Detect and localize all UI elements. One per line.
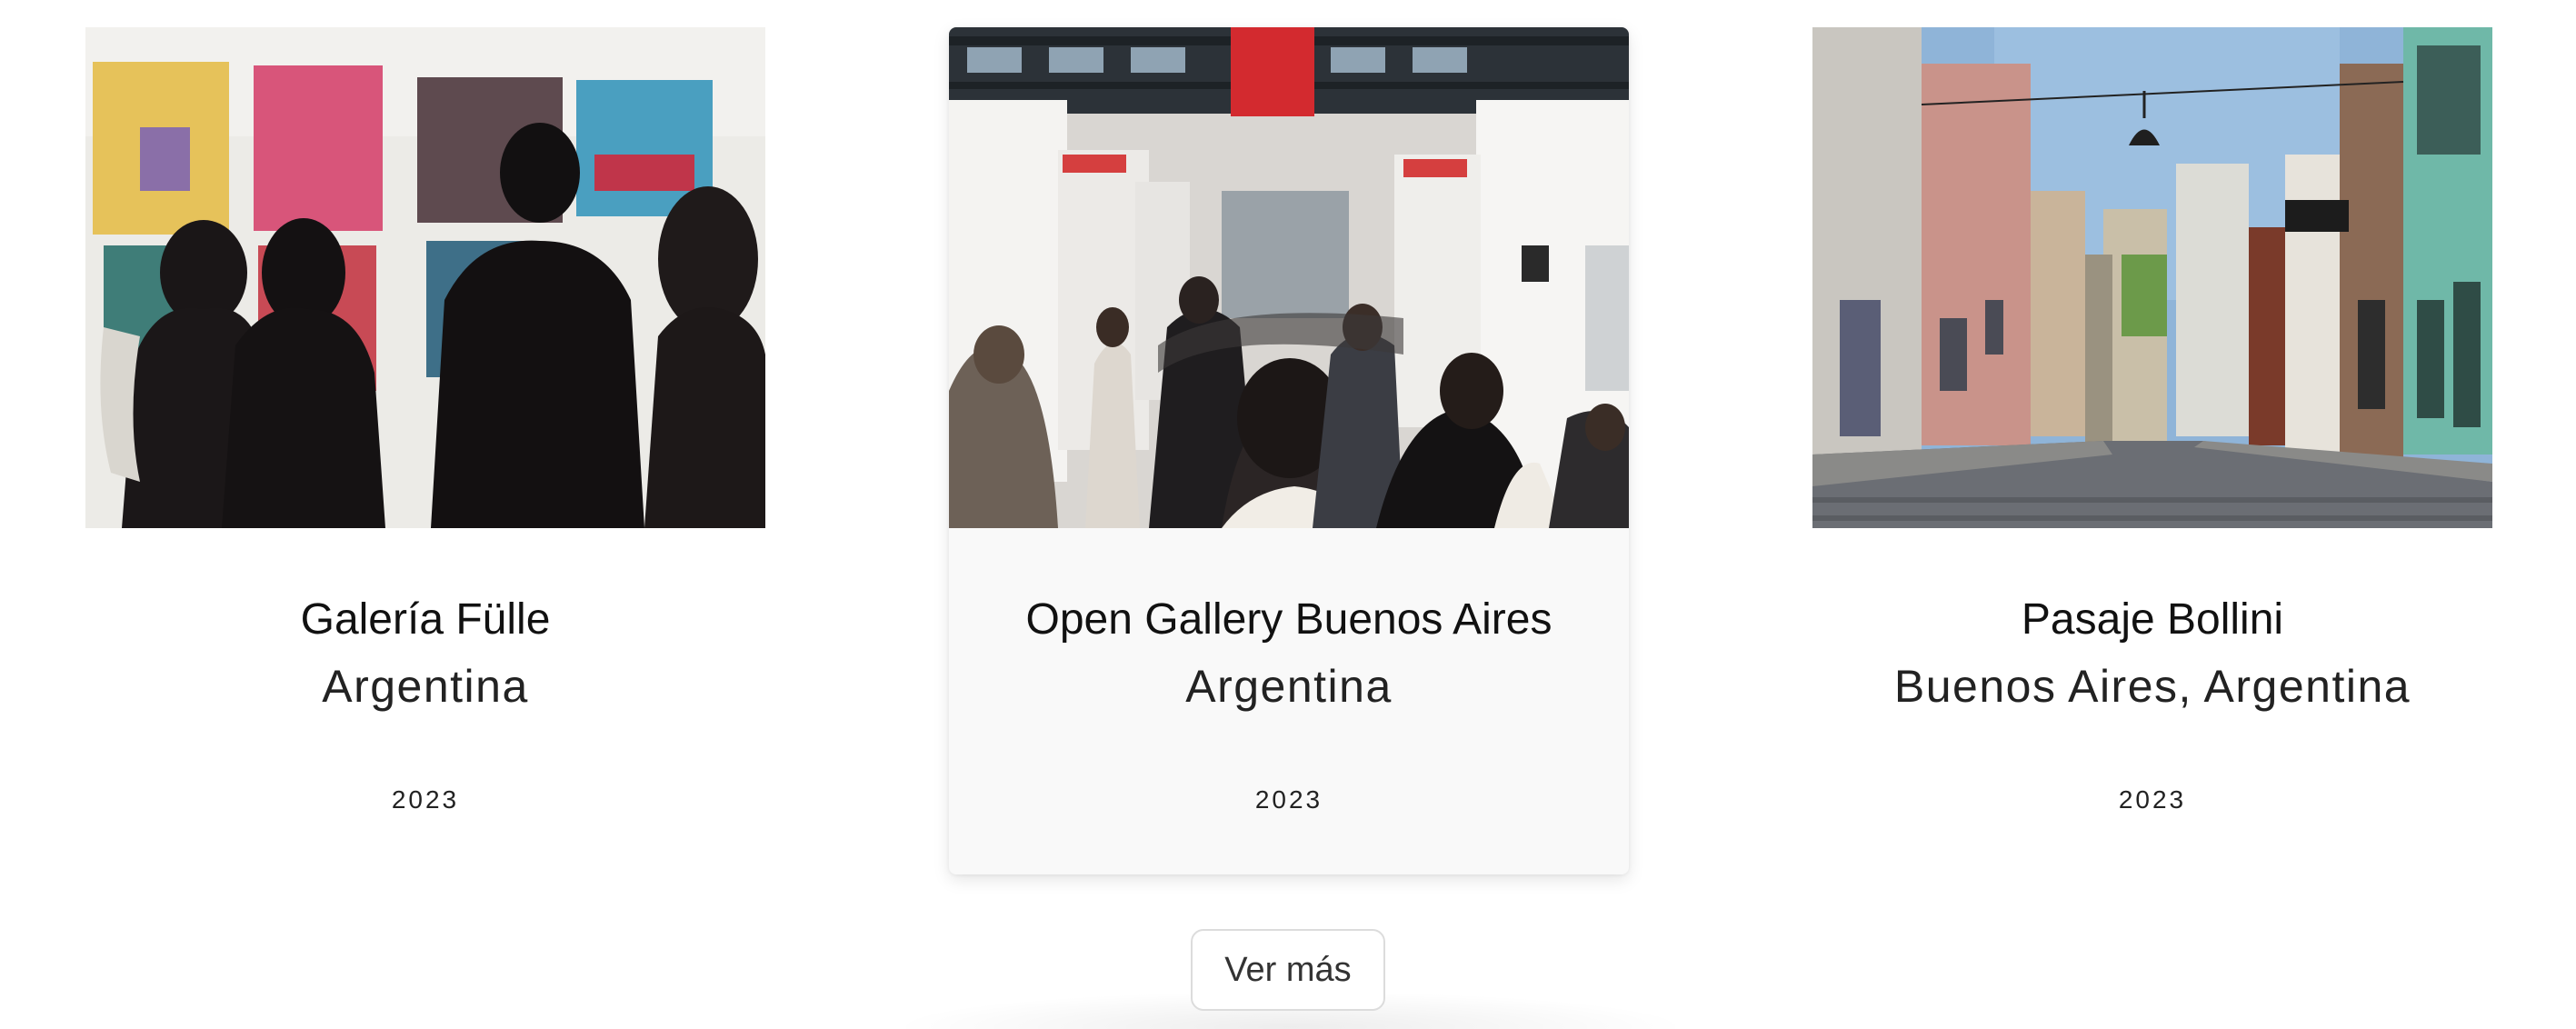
exhibition-card-pasaje-bollini[interactable]: Pasaje Bollini Buenos Aires, Argentina 2…	[1812, 27, 2492, 874]
exhibition-location: Buenos Aires, Argentina	[1893, 661, 2411, 712]
see-more-button[interactable]: Ver más	[1191, 929, 1385, 1011]
exhibition-image-cobblestone-street[interactable]	[1812, 27, 2492, 528]
exhibition-image-gallery-visitors[interactable]	[85, 27, 765, 528]
exhibition-title: Open Gallery Buenos Aires	[1025, 595, 1553, 644]
exhibition-location: Argentina	[322, 661, 529, 712]
exhibition-title: Galería Fülle	[300, 595, 551, 644]
exhibition-year: 2023	[2118, 785, 2187, 814]
exhibition-card-open-gallery-buenos-aires[interactable]: Open Gallery Buenos Aires Argentina 2023	[949, 27, 1629, 874]
exhibition-card-galeria-fulle[interactable]: Galería Fülle Argentina 2023	[85, 27, 765, 874]
exhibition-title: Pasaje Bollini	[2021, 595, 2284, 644]
exhibition-year: 2023	[391, 785, 460, 814]
exhibition-year: 2023	[1254, 785, 1323, 814]
exhibition-location: Argentina	[1185, 661, 1393, 712]
exhibition-image-art-fair-crowd[interactable]	[949, 27, 1629, 528]
exhibitions-section: Galería Fülle Argentina 2023 Open Galler…	[0, 0, 2576, 1029]
